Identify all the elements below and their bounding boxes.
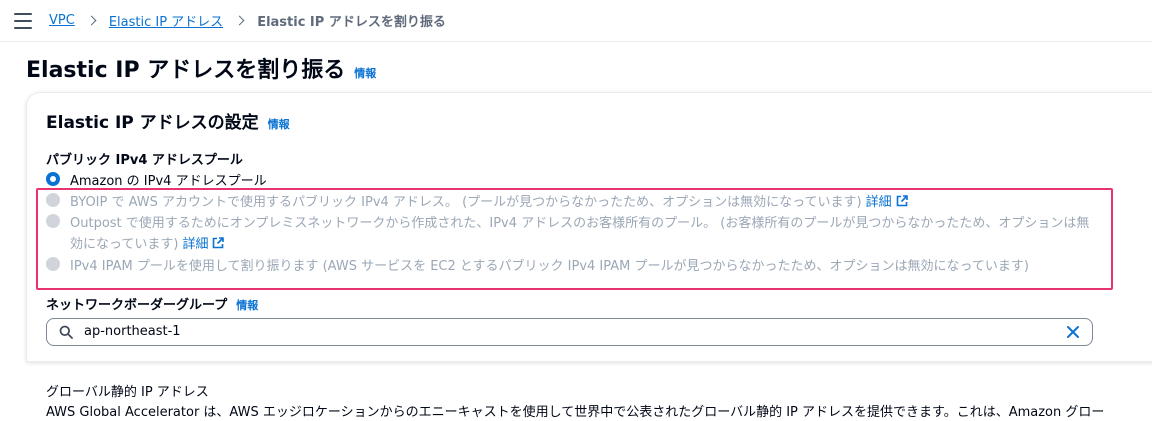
border-group-input[interactable] <box>84 324 984 339</box>
border-group-header: ネットワークボーダーグループ 情報 <box>46 294 258 313</box>
breadcrumb-vpc[interactable]: VPC <box>49 13 75 28</box>
page-title: Elastic IP アドレスを割り振る <box>26 58 346 83</box>
top-bar: VPC Elastic IP アドレス Elastic IP アドレスを割り振る <box>0 0 1152 42</box>
highlight-box <box>36 188 1113 290</box>
close-icon[interactable] <box>1066 325 1080 339</box>
breadcrumb-current: Elastic IP アドレスを割り振る <box>257 15 446 30</box>
page-info-link[interactable]: 情報 <box>354 65 376 81</box>
border-group-info-link[interactable]: 情報 <box>236 297 258 313</box>
global-ip-description: AWS Global Accelerator は、AWS エッジロケーションから… <box>46 405 1105 420</box>
page-header: Elastic IP アドレスを割り振る 情報 <box>26 52 376 84</box>
breadcrumb: VPC Elastic IP アドレス Elastic IP アドレスを割り振る <box>49 11 446 30</box>
breadcrumb-elastic-ip[interactable]: Elastic IP アドレス <box>109 11 223 30</box>
panel-title: Elastic IP アドレスの設定 <box>46 113 259 133</box>
chevron-right-icon <box>233 14 247 28</box>
global-ip-label: グローバル静的 IP アドレス <box>46 385 209 400</box>
search-icon <box>59 325 73 339</box>
pool-label: パブリック IPv4 アドレスプール <box>46 153 243 168</box>
panel-info-link[interactable]: 情報 <box>268 116 290 132</box>
panel-header: Elastic IP アドレスの設定 情報 <box>46 108 290 133</box>
chevron-right-icon <box>85 14 99 28</box>
border-group-label: ネットワークボーダーグループ <box>46 298 228 313</box>
radio-button-selected[interactable] <box>46 172 60 186</box>
border-group-select[interactable] <box>46 318 1093 346</box>
menu-icon[interactable] <box>14 13 32 29</box>
